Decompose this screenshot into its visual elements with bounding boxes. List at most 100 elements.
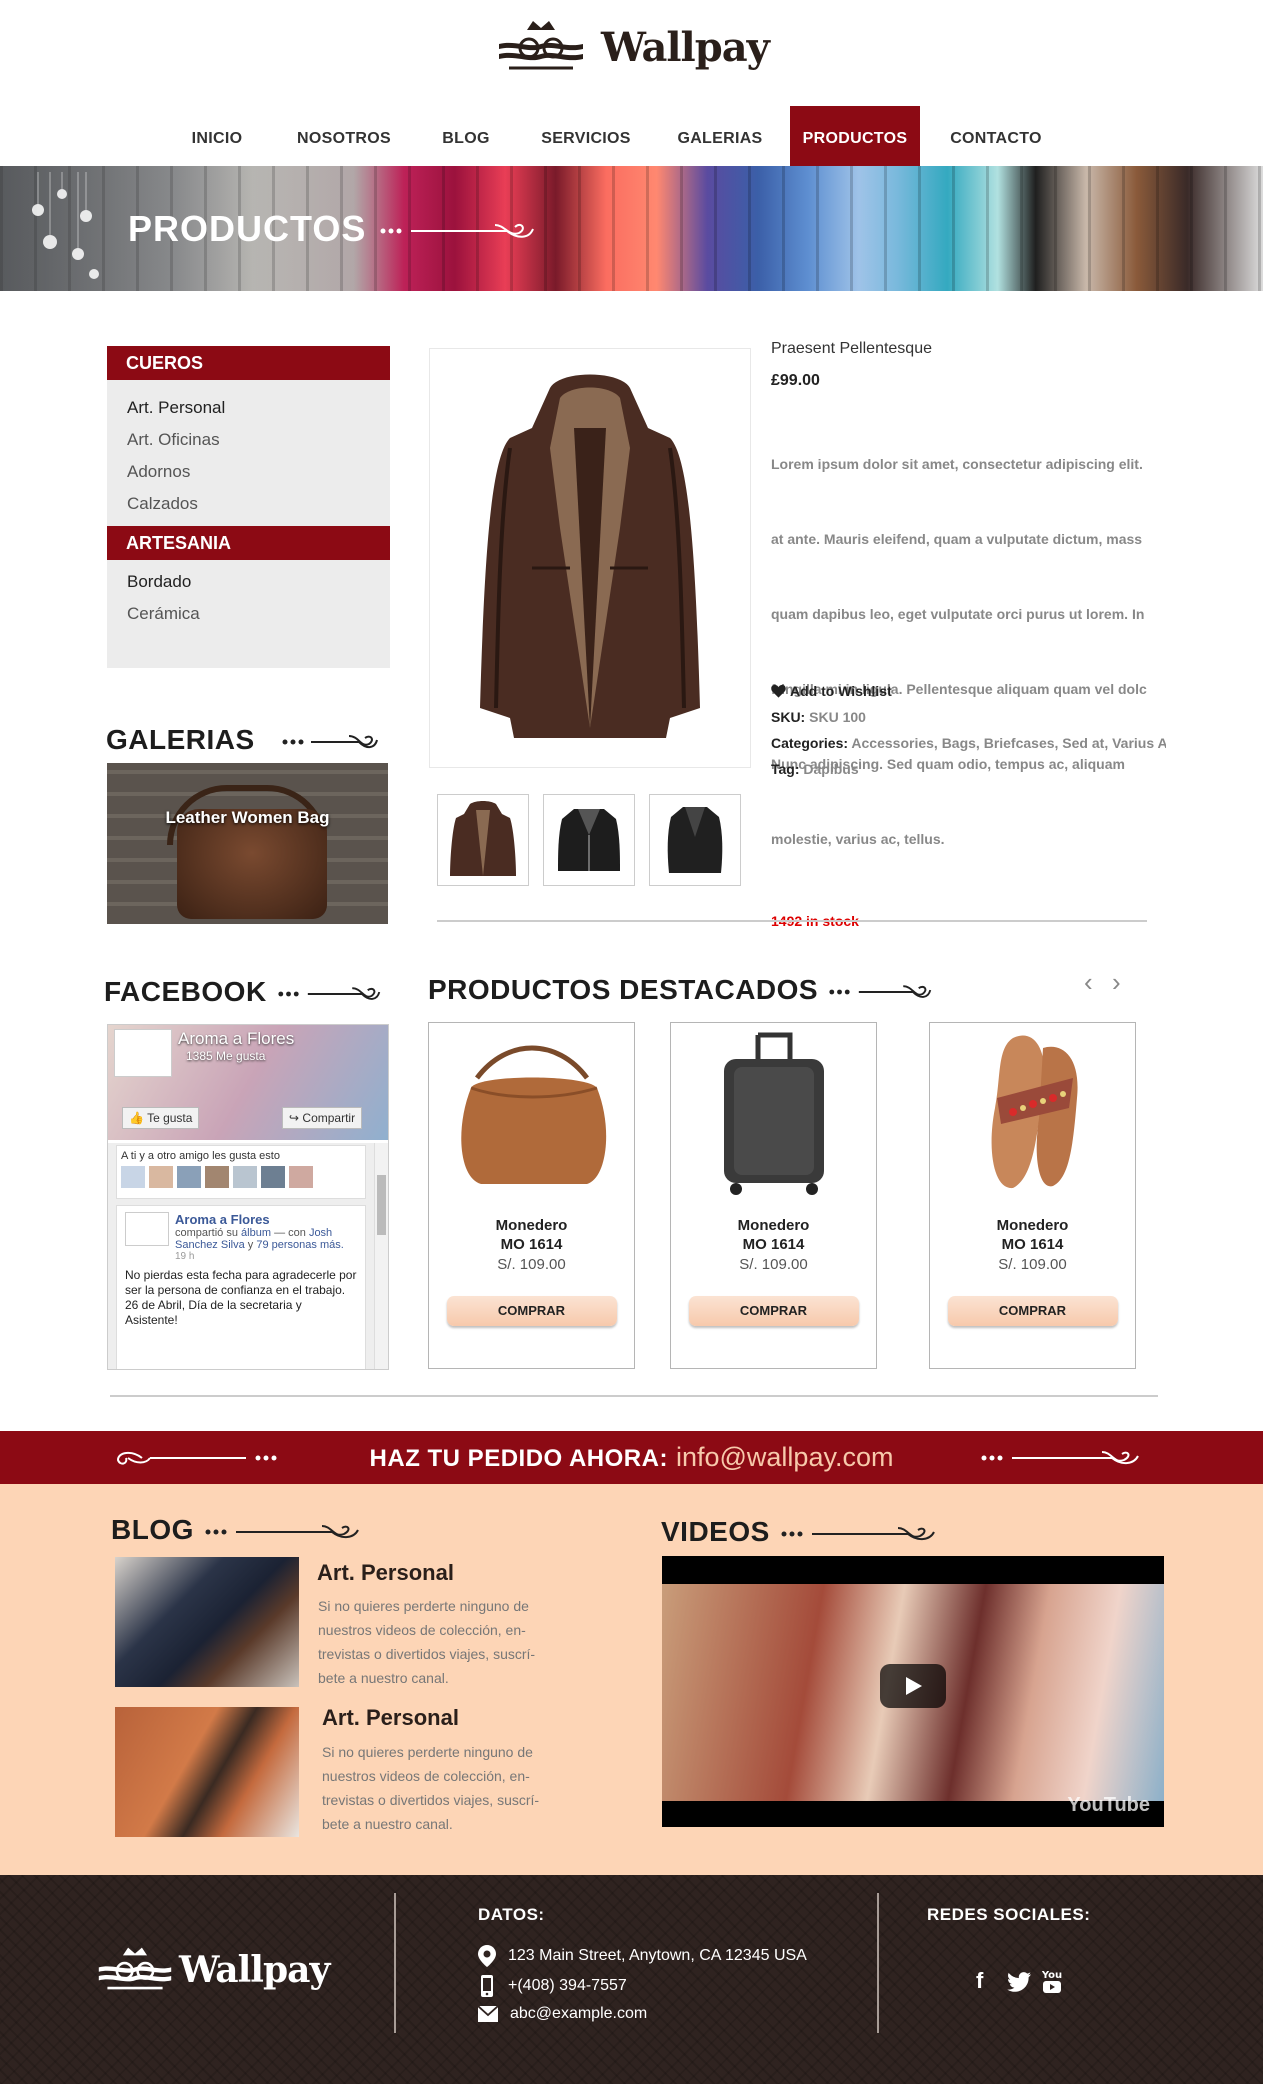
product-sku: SKU 100 [809,709,866,725]
product-card-name: Monedero [996,1217,1069,1234]
blog-post-title[interactable]: Art. Personal [317,1560,454,1586]
product-card: Monedero MO 1614 S/. 109.00 COMPRAR [929,1022,1136,1369]
post-avatar[interactable] [125,1212,169,1246]
footer-brand: Wallpay [179,1949,330,1991]
hero-title: PRODUCTOS [128,208,537,250]
facebook-scrollbar[interactable] [374,1143,388,1369]
product-card-code: MO 1614 [500,1236,563,1253]
product-card-name: Monedero [737,1217,810,1234]
footer-datos-heading: DATOS: [478,1905,545,1924]
nav-contacto[interactable]: CONTACTO [942,106,1050,166]
product-thumbnail[interactable] [437,794,529,886]
product-meta: Add to Wishlist SKU: SKU 100 Categories:… [771,678,1166,782]
site-logo[interactable]: Wallpay [495,16,795,78]
flourish-icon [380,224,535,239]
share-icon: ↪ [289,1111,300,1125]
blog-post-image[interactable] [115,1557,299,1687]
nav-galerias[interactable]: GALERIAS [670,106,770,166]
category-ceramica[interactable]: Cerámica [127,598,390,630]
order-label: HAZ TU PEDIDO AHORA: [369,1445,668,1472]
footer-phone[interactable]: +(408) 394-7557 [478,1975,627,1997]
facebook-widget[interactable]: Aroma a Flores 1385 Me gusta 👍 Te gusta … [107,1024,389,1370]
category-sidebar: CUEROS Art. Personal Art. Oficinas Adorn… [107,346,390,668]
product-tag[interactable]: Dapibus [803,761,858,777]
blog-post-image[interactable] [115,1707,299,1837]
chevron-left-icon[interactable]: ‹ [1084,969,1093,995]
product-thumbnail[interactable] [649,794,741,886]
facebook-page-avatar[interactable] [114,1029,172,1077]
facebook-icon[interactable]: f [976,1968,983,1994]
product-main-image[interactable] [429,348,751,768]
suitcase-image[interactable] [671,1023,876,1203]
chevron-right-icon[interactable]: › [1112,969,1121,995]
footer-logo[interactable]: Wallpay [95,1945,330,1995]
chandelier-icon [32,172,99,279]
nav-inicio[interactable]: INICIO [177,106,257,166]
buy-button[interactable]: COMPRAR [688,1296,859,1326]
svg-text:You: You [1042,1970,1062,1981]
buy-button[interactable]: COMPRAR [947,1296,1118,1326]
product-thumbnail[interactable] [543,794,635,886]
buy-button[interactable]: COMPRAR [446,1296,617,1326]
gallery-image[interactable] [107,763,388,924]
footer-email[interactable]: abc@example.com [478,2005,647,2023]
flourish-icon [829,984,932,998]
facebook-page-name[interactable]: Aroma a Flores [178,1029,294,1049]
blog-heading: BLOG [111,1514,362,1546]
category-cueros-heading[interactable]: CUEROS [107,346,390,380]
nav-productos[interactable]: PRODUCTOS [790,106,920,166]
nav-nosotros[interactable]: NOSOTROS [289,106,399,166]
product-name: Praesent Pellentesque [771,340,932,357]
add-to-wishlist-link[interactable]: Add to Wishlist [771,678,1166,704]
product-card-name: Monedero [495,1217,568,1234]
category-artesania-heading[interactable]: ARTESANIA [107,526,390,560]
handbag-image[interactable] [429,1023,634,1203]
youtube-icon[interactable]: You [1042,1968,1062,1994]
blog-post-text: Si no quieres perderte ninguno de nuestr… [318,1598,536,1686]
product-description: Lorem ipsum dolor sit amet, consectetur … [771,456,1147,847]
sandal-image[interactable] [930,1023,1135,1203]
crown-logo-icon [98,1947,172,1990]
play-icon[interactable] [880,1664,946,1708]
order-banner: HAZ TU PEDIDO AHORA: info@wallpay.com [0,1431,1263,1484]
category-art-oficinas[interactable]: Art. Oficinas [127,424,390,456]
product-card-code: MO 1614 [1001,1236,1064,1253]
heart-icon [771,684,786,698]
footer-divider [877,1893,879,2033]
nav-servicios[interactable]: SERVICIOS [530,106,642,166]
flourish-icon [278,986,381,1000]
category-calzados[interactable]: Calzados [127,488,390,520]
envelope-icon [478,2006,498,2022]
youtube-logo[interactable]: YouTube [1067,1794,1150,1817]
videos-heading: VIDEOS [661,1516,938,1548]
order-email-link[interactable]: info@wallpay.com [676,1442,894,1472]
facebook-heading: FACEBOOK [104,976,387,1008]
leather-jacket-image [480,374,700,738]
post-message: No pierdas esta fecha para agradecerle p… [125,1268,357,1327]
crown-logo-icon [499,21,583,70]
category-adornos[interactable]: Adornos [127,456,390,488]
category-bordado[interactable]: Bordado [127,566,390,598]
twitter-icon[interactable] [1007,1972,1031,1992]
category-art-personal[interactable]: Art. Personal [127,392,390,424]
product-card-price: S/. 109.00 [497,1256,566,1273]
brand-name: Wallpay [601,23,770,71]
blog-post-title[interactable]: Art. Personal [322,1705,459,1731]
main-nav: INICIO NOSOTROS BLOG SERVICIOS GALERIAS … [0,106,1263,166]
facebook-feed: A ti y a otro amigo les gusta esto Aroma… [108,1143,374,1369]
blog-post-text: Si no quieres perderte ninguno de nuestr… [322,1744,540,1832]
product-card: Monedero MO 1614 S/. 109.00 COMPRAR [428,1022,635,1369]
featured-heading: PRODUCTOS DESTACADOS [428,974,938,1006]
facebook-share-button[interactable]: ↪ Compartir [282,1107,363,1129]
gallery-caption: Leather Women Bag [165,808,330,827]
flourish-icon [981,1451,1139,1464]
facebook-like-count: 1385 Me gusta [186,1049,266,1063]
product-categories[interactable]: Accessories, Bags, Briefcases, Sed at, V… [851,735,1166,751]
product-price: £99.00 [771,372,820,389]
facebook-like-button[interactable]: 👍 Te gusta [122,1107,200,1129]
nav-blog[interactable]: BLOG [432,106,500,166]
post-author[interactable]: Aroma a Flores [175,1212,357,1227]
location-pin-icon [478,1945,496,1967]
video-player[interactable]: YouTube [662,1556,1164,1827]
flourish-icon [205,1524,360,1538]
